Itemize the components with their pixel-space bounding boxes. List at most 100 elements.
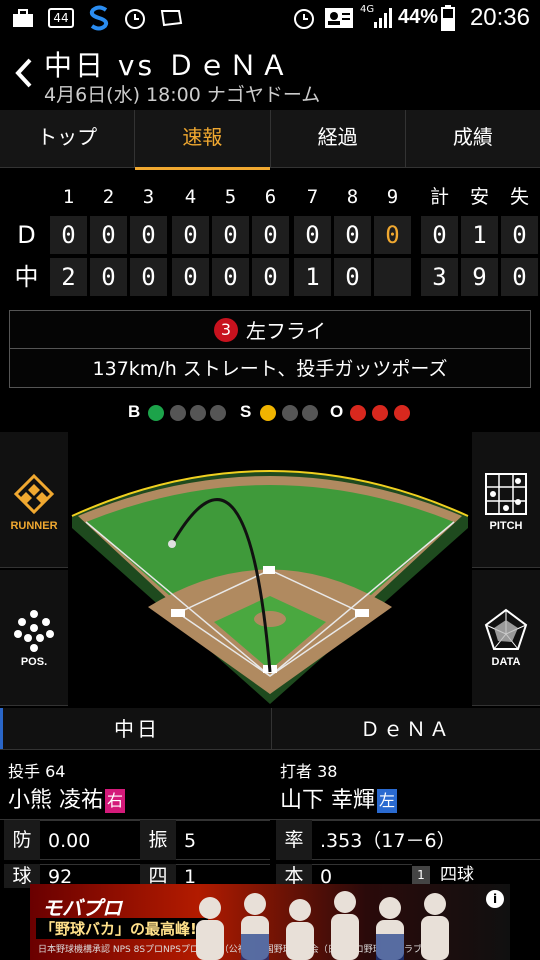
total-hits: 9 bbox=[461, 258, 498, 296]
ad-banner[interactable]: モバプロ 「野球バカ」の最高峰!! 日本野球機構承認 NPS 8SプロNPSプロ… bbox=[30, 884, 510, 960]
throwing-hand-badge: 右 bbox=[105, 789, 125, 813]
sim-badge-icon: 44 bbox=[48, 8, 74, 28]
avg-label: 率 bbox=[276, 820, 312, 860]
inning-score: 0 bbox=[334, 216, 371, 254]
battery-percent: 44% bbox=[397, 6, 438, 28]
scoreboard-header: 1 2 3 4 5 6 7 8 9 計 安 失 bbox=[0, 178, 540, 216]
inning-score: 0 bbox=[334, 258, 371, 296]
play-result: 3 左フライ bbox=[10, 311, 530, 349]
total-header-errors: 失 bbox=[509, 186, 529, 208]
inning-header: 2 bbox=[102, 186, 115, 208]
ad-players-image bbox=[196, 891, 449, 960]
data-button[interactable]: DATA bbox=[472, 570, 540, 706]
pitcher-name[interactable]: 小熊 凌祐 bbox=[8, 788, 103, 813]
page-title: 中日 vs ＤｅＮＡ bbox=[44, 49, 291, 82]
team-home-label: 中日 bbox=[0, 708, 272, 749]
game-info: 4月6日(水) 18:00 ナゴヤドーム bbox=[44, 84, 321, 106]
runner-button[interactable]: RUNNER bbox=[0, 432, 68, 568]
total-header-hits: 安 bbox=[469, 186, 489, 208]
tab-stats[interactable]: 成績 bbox=[406, 110, 540, 167]
data-label: DATA bbox=[491, 656, 521, 668]
inning-score: 0 bbox=[252, 216, 289, 254]
pitcher-role: 投手 bbox=[8, 762, 41, 781]
ball-indicator bbox=[148, 405, 164, 421]
batting-hand-badge: 左 bbox=[377, 789, 397, 813]
inning-score bbox=[374, 258, 411, 296]
tab-top[interactable]: トップ bbox=[0, 110, 136, 167]
battery-icon bbox=[440, 5, 456, 31]
position-icon bbox=[14, 610, 54, 652]
team-abbr: 中 bbox=[14, 263, 39, 291]
play-result-box: 3 左フライ 137km/h ストレート、投手ガッツポーズ bbox=[9, 310, 531, 388]
position-button[interactable]: POS. bbox=[0, 570, 68, 706]
out-indicator bbox=[350, 405, 366, 421]
batter-role-line: 打者 38 bbox=[280, 758, 337, 782]
back-arrow-icon[interactable] bbox=[14, 56, 34, 96]
inning-score: 0 bbox=[130, 258, 167, 296]
pitch-button[interactable]: PITCH bbox=[472, 432, 540, 568]
field-panel: RUNNER POS. PITCH DATA bbox=[0, 432, 540, 706]
notification-icon bbox=[158, 6, 184, 30]
total-runs: 0 bbox=[421, 216, 458, 254]
batter-name-line: 山下 幸輝左 bbox=[280, 782, 397, 814]
inning-score: 0 bbox=[212, 216, 249, 254]
strikeouts-value: 5 bbox=[176, 820, 270, 860]
inning-score: 0 bbox=[294, 216, 331, 254]
inning-header: 1 bbox=[62, 186, 75, 208]
inning-score: 2 bbox=[50, 258, 87, 296]
inning-score: 0 bbox=[90, 216, 127, 254]
outs-label: O bbox=[330, 402, 344, 421]
inning-score: 0 bbox=[50, 216, 87, 254]
team-away-label: ＤｅＮＡ bbox=[272, 708, 540, 749]
tab-progress[interactable]: 経過 bbox=[271, 110, 406, 167]
play-result-text: 左フライ bbox=[246, 319, 326, 343]
strike-indicator bbox=[302, 405, 318, 421]
era-value: 0.00 bbox=[40, 820, 140, 860]
app-s-icon bbox=[86, 5, 112, 31]
second-base bbox=[263, 566, 275, 574]
batter-number: 38 bbox=[317, 762, 338, 781]
ad-info-icon[interactable]: i bbox=[486, 890, 504, 908]
play-detail: 137km/h ストレート、投手ガッツポーズ bbox=[92, 358, 448, 380]
radar-chart-icon bbox=[484, 608, 528, 650]
third-base bbox=[171, 609, 185, 617]
out-indicator bbox=[394, 405, 410, 421]
batter-name[interactable]: 山下 幸輝 bbox=[280, 788, 375, 813]
inning-header: 3 bbox=[142, 186, 155, 208]
tab-live[interactable]: 速報 bbox=[135, 110, 271, 170]
score-row-home: 中 2 0 0 0 0 0 1 0 3 9 0 bbox=[0, 258, 540, 296]
ball-indicator bbox=[210, 405, 226, 421]
tab-bar: トップ 速報 経過 成績 bbox=[0, 110, 540, 170]
strike-indicator bbox=[282, 405, 298, 421]
signal-icon: 4G bbox=[360, 4, 392, 30]
pitcher-name-line: 小熊 凌祐右 bbox=[8, 782, 125, 814]
outs-badge: 3 bbox=[214, 317, 238, 342]
inning-score: 0 bbox=[172, 258, 209, 296]
total-runs: 3 bbox=[421, 258, 458, 296]
balls-label: B bbox=[128, 402, 141, 421]
score-row-away: D 0 0 0 0 0 0 0 0 0 0 1 0 bbox=[0, 216, 540, 254]
inning-header: 5 bbox=[224, 186, 237, 208]
pitcher-info: 投手 64 小熊 凌祐右 bbox=[0, 754, 270, 816]
strikeouts-label: 振 bbox=[140, 820, 176, 860]
pitch-grid-icon bbox=[485, 473, 527, 515]
clock: 20:36 bbox=[469, 4, 530, 31]
inning-score: 0 bbox=[172, 216, 209, 254]
strikes-label: S bbox=[240, 402, 252, 421]
ad-brand: モバプロ bbox=[42, 898, 122, 920]
inning-score: 0 bbox=[90, 258, 127, 296]
inning-score: 0 bbox=[130, 216, 167, 254]
inning-header: 4 bbox=[184, 186, 197, 208]
at-bat-result-label: 四球 bbox=[440, 865, 474, 885]
total-errors: 0 bbox=[501, 216, 538, 254]
alarm-icon bbox=[122, 6, 148, 30]
id-card-icon bbox=[324, 6, 354, 30]
baseball-field bbox=[71, 470, 469, 704]
alarm-icon-right bbox=[292, 6, 316, 30]
batter-role: 打者 bbox=[280, 762, 313, 781]
briefcase-icon bbox=[12, 6, 34, 30]
ball-count: B S O bbox=[0, 400, 540, 426]
inning-score: 0 bbox=[212, 258, 249, 296]
total-errors: 0 bbox=[501, 258, 538, 296]
teams-bar: 中日 ＤｅＮＡ bbox=[0, 708, 540, 750]
